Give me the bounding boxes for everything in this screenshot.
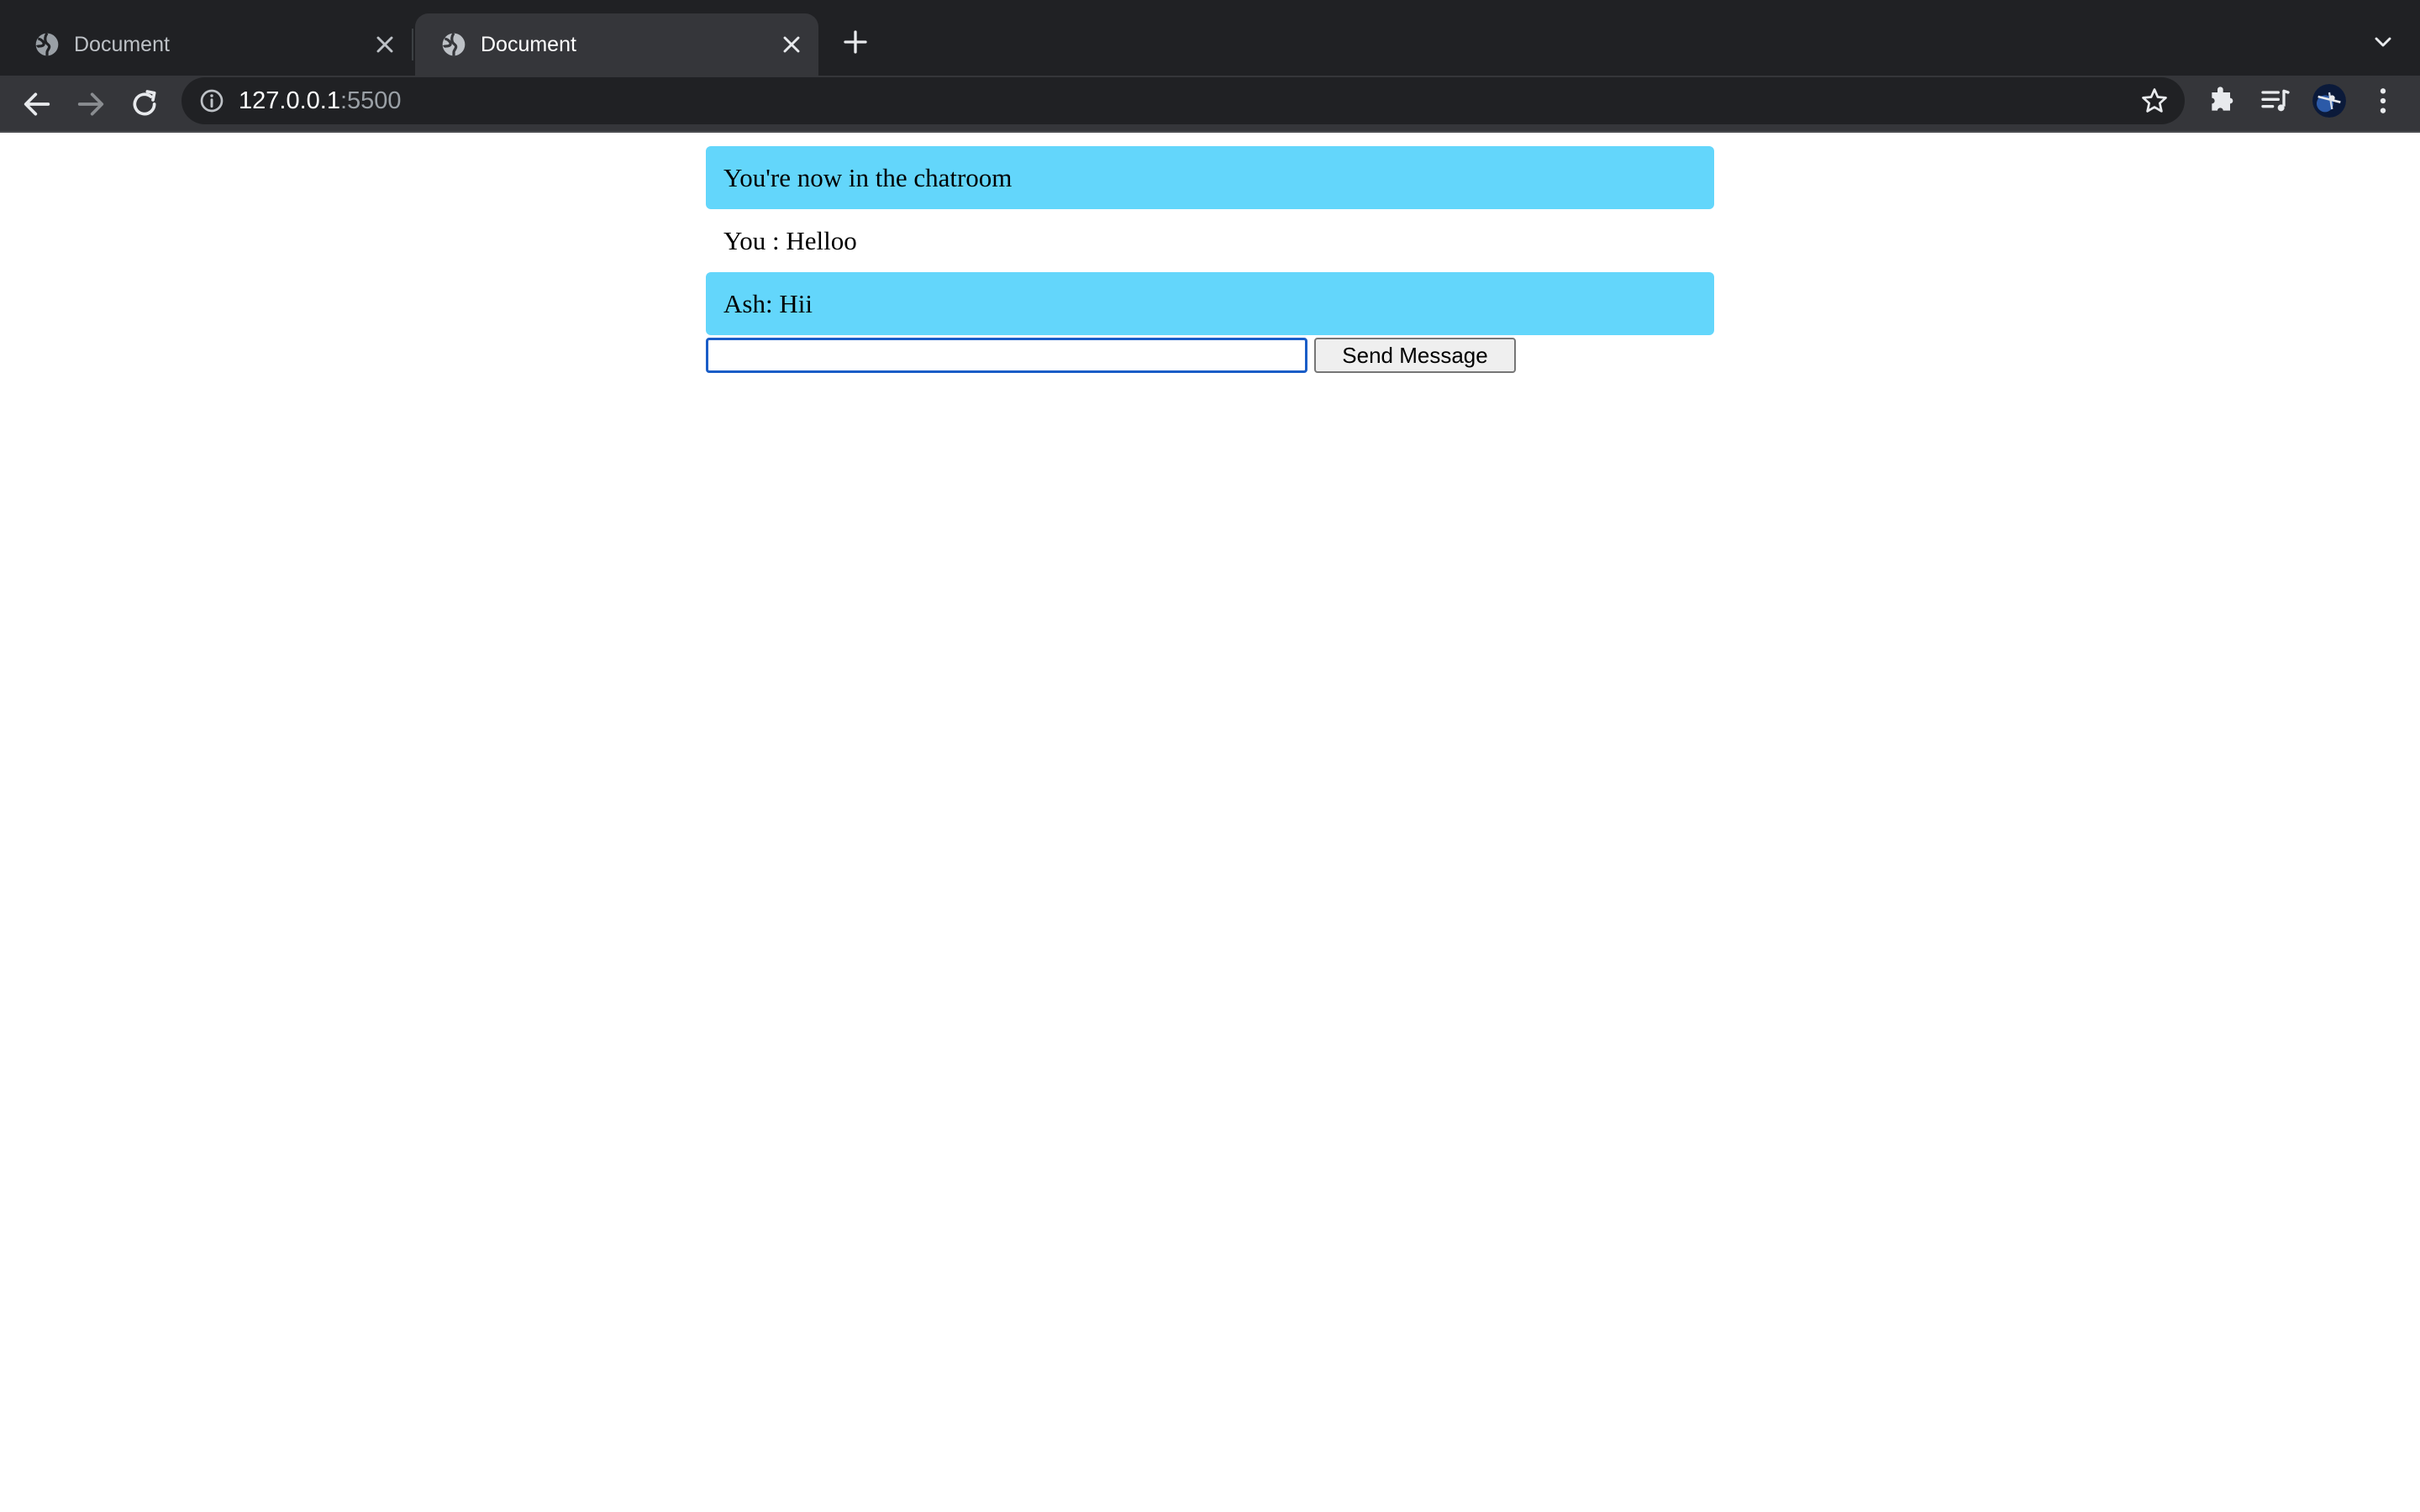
globe-icon — [442, 32, 466, 56]
url-text[interactable]: 127.0.0.1:5500 — [239, 85, 402, 117]
arrow-left-icon[interactable] — [20, 87, 54, 121]
close-icon[interactable] — [371, 31, 398, 58]
globe-icon — [35, 32, 59, 56]
chevron-down-icon[interactable] — [2370, 29, 2396, 55]
chat-message: Ash: Hii — [706, 272, 1714, 335]
address-bar[interactable]: 127.0.0.1:5500 — [182, 77, 2185, 124]
kebab-menu-icon[interactable] — [2366, 84, 2400, 118]
tab-document-1[interactable]: Document — [8, 13, 412, 76]
message-text: You're now in the chatroom — [723, 162, 1013, 192]
send-message-button[interactable]: Send Message — [1314, 338, 1516, 373]
info-icon[interactable] — [198, 87, 225, 114]
message-text: Ash: Hii — [723, 288, 813, 318]
url-port: :5500 — [339, 87, 402, 114]
tab-document-2[interactable]: Document — [415, 13, 818, 76]
chat-log: You're now in the chatroom You : Helloo … — [706, 146, 1714, 335]
tab-separator — [412, 29, 413, 60]
close-icon[interactable] — [778, 31, 805, 58]
plus-icon[interactable] — [840, 27, 871, 57]
arrow-right-icon[interactable] — [74, 87, 108, 121]
media-queue-icon[interactable] — [2259, 84, 2292, 118]
message-composer: Send Message — [706, 338, 1516, 373]
puzzle-icon[interactable] — [2205, 84, 2238, 118]
message-input[interactable] — [706, 338, 1307, 373]
page-viewport: You're now in the chatroom You : Helloo … — [0, 133, 2420, 1512]
reload-icon[interactable] — [128, 87, 161, 121]
tab-title: Document — [74, 33, 170, 56]
tab-title: Document — [481, 33, 576, 56]
chat-message: You : Helloo — [706, 209, 1714, 272]
avatar[interactable] — [2312, 84, 2346, 118]
url-host: 127.0.0.1 — [239, 87, 340, 114]
star-icon[interactable] — [2139, 86, 2170, 116]
chat-message: You're now in the chatroom — [706, 146, 1714, 209]
tab-strip: Document Document — [0, 0, 2420, 76]
message-text: You : Helloo — [723, 225, 857, 255]
